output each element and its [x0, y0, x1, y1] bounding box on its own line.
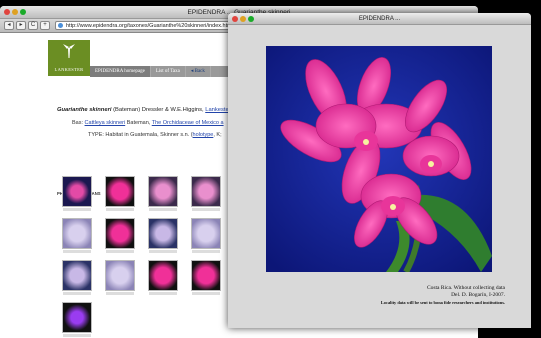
type-line: TYPE: Habitat in Guatemala, Skinner s.n.… — [88, 132, 222, 138]
photo-thumbnail[interactable] — [105, 176, 135, 211]
taxon-name: Guarianthe skinneri — [57, 107, 112, 113]
photo-thumbnail[interactable] — [62, 176, 92, 211]
type-tail: , K; — [213, 132, 222, 138]
photo-thumbnail[interactable] — [148, 218, 178, 253]
reload-button[interactable]: C — [28, 21, 38, 30]
photo-thumbnail[interactable] — [191, 176, 221, 211]
zoom-icon[interactable] — [20, 9, 26, 15]
logo-label: LANKESTER — [54, 67, 84, 72]
minimize-icon[interactable] — [240, 16, 246, 22]
site-nav: EPIDENDRA homepage List of Taxa ◂ Back — [90, 66, 211, 77]
globe-icon — [58, 23, 63, 28]
orchid-flower-icon — [266, 46, 492, 272]
minimize-icon[interactable] — [12, 9, 18, 15]
basionym-link[interactable]: Cattleya skinneri — [85, 120, 126, 126]
photo-thumbnail[interactable] — [62, 260, 92, 295]
photo-caption: Costa Rica. Without collecting data Del.… — [427, 285, 505, 299]
photo-thumbnail[interactable] — [62, 218, 92, 253]
add-bookmark-button[interactable]: + — [40, 21, 50, 30]
image-viewer-window: EPIDENDRA ... Costa Rica. Without collec… — [228, 13, 531, 328]
zoom-icon[interactable] — [248, 16, 254, 22]
publication-link[interactable]: The Orchidaceae of Mexico a — [152, 120, 224, 126]
back-button[interactable]: ◂ — [4, 21, 14, 30]
photo-thumbnail[interactable] — [148, 176, 178, 211]
type-text: TYPE: Habitat in Guatemala, Skinner s.n.… — [88, 132, 193, 138]
image-titlebar: EPIDENDRA ... — [228, 13, 531, 25]
window-controls — [4, 9, 26, 15]
nav-epidendra-home[interactable]: EPIDENDRA homepage — [90, 66, 151, 77]
taxon-authors: (Bateman) Dressler & W.E.Higgins, — [113, 107, 204, 113]
reference-link[interactable]: Lankester — [205, 107, 230, 113]
nav-back[interactable]: ◂ Back — [185, 66, 211, 77]
photo-thumbnail[interactable] — [62, 302, 92, 337]
close-icon[interactable] — [4, 9, 10, 15]
photo-thumbnail[interactable] — [105, 218, 135, 253]
image-window-title: EPIDENDRA ... — [358, 16, 401, 22]
window-controls — [232, 16, 254, 22]
photo-thumbnail[interactable] — [148, 260, 178, 295]
caption-locality: Costa Rica. Without collecting data — [426, 285, 505, 291]
close-icon[interactable] — [232, 16, 238, 22]
basionym-line: Bas: Cattleya skinneri Bateman, The Orch… — [72, 120, 224, 126]
photo-thumbnail[interactable] — [191, 218, 221, 253]
holotype-link[interactable]: holotype — [193, 132, 214, 138]
taxon-heading: Guarianthe skinneri (Bateman) Dressler &… — [57, 107, 231, 113]
bas-author: Bateman, — [126, 120, 151, 126]
bird-icon — [63, 44, 75, 58]
orchid-photo[interactable] — [266, 46, 492, 272]
photo-thumbnail[interactable] — [191, 260, 221, 295]
lankester-logo[interactable]: LANKESTER — [48, 40, 90, 76]
locality-note: Locality data will be sent to bona fide … — [380, 300, 505, 305]
forward-button[interactable]: ▸ — [16, 21, 26, 30]
nav-list-of-taxa[interactable]: List of Taxa — [150, 66, 186, 77]
bas-label: Bas: — [72, 120, 84, 126]
caption-credit: Del. D. Bogarín, I-2007. — [451, 292, 505, 298]
photo-thumbnail[interactable] — [105, 260, 135, 295]
url-text: http://www.epidendra.org/taxones/Guarian… — [66, 23, 236, 29]
